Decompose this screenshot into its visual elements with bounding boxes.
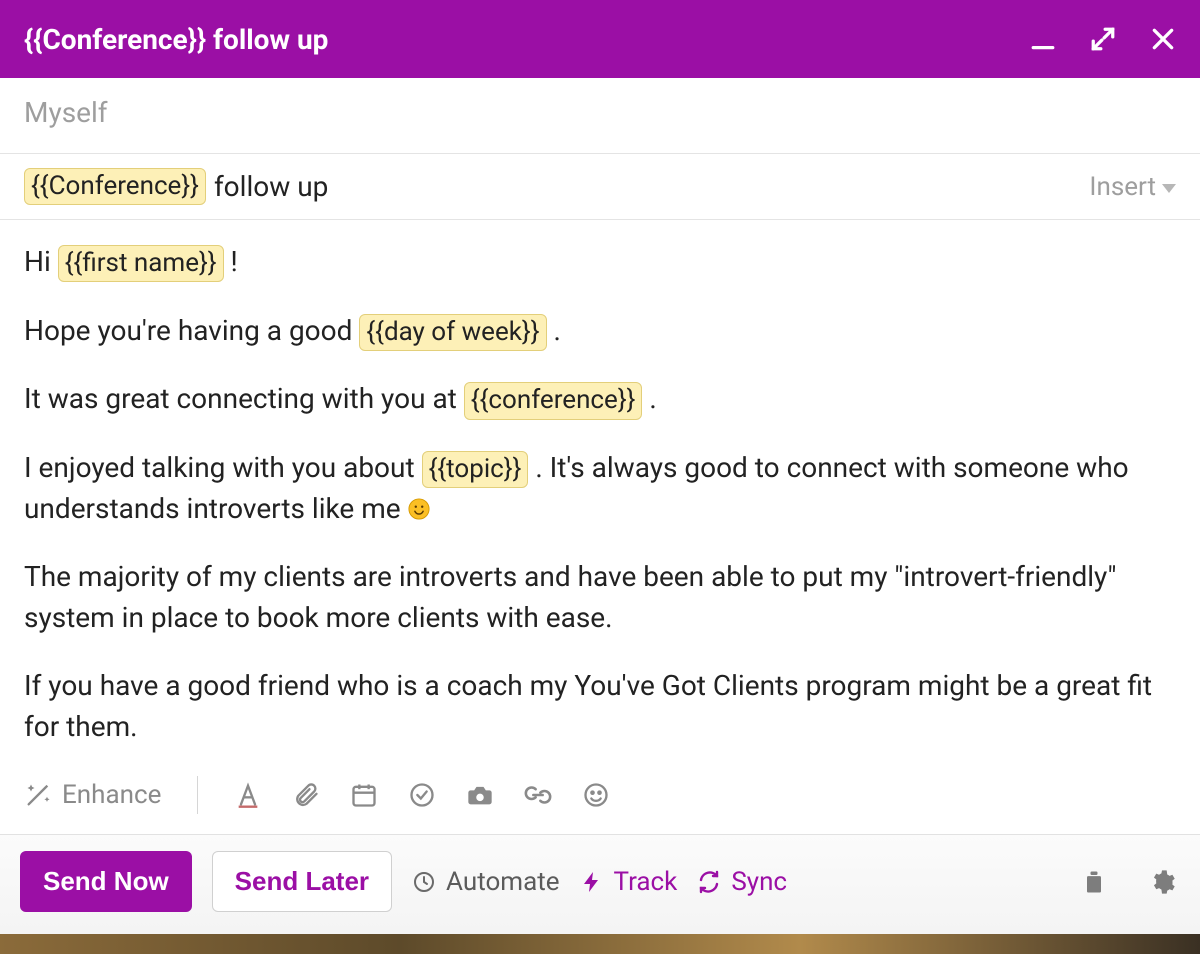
attachment-icon[interactable] xyxy=(292,781,320,809)
action-bar-right xyxy=(1080,868,1176,896)
recipient-row[interactable]: Myself xyxy=(0,78,1200,154)
gear-icon[interactable] xyxy=(1148,868,1176,896)
subject-placeholder-chip[interactable]: {{Conference}} xyxy=(24,168,206,205)
window-controls xyxy=(1030,26,1176,52)
email-body[interactable]: Hi {{first name}} ! Hope you're having a… xyxy=(0,220,1200,766)
body-line-5: The majority of my clients are introvert… xyxy=(24,557,1176,638)
body-line-2: Hope you're having a good {{day of week}… xyxy=(24,311,1176,352)
compose-window: {{Conference}} follow up Myself {{Confer… xyxy=(0,0,1200,954)
emoji-icon[interactable] xyxy=(582,781,610,809)
calendar-icon[interactable] xyxy=(350,781,378,809)
sync-action[interactable]: Sync xyxy=(697,867,787,897)
body-line-1: Hi {{first name}} ! xyxy=(24,242,1176,283)
camera-icon[interactable] xyxy=(466,781,494,809)
toolbar-separator xyxy=(197,776,198,814)
sync-icon xyxy=(697,870,721,894)
automate-action[interactable]: Automate xyxy=(412,867,559,897)
clock-icon xyxy=(412,870,436,894)
text-format-icon[interactable] xyxy=(234,781,262,809)
subject-text: follow up xyxy=(214,170,328,203)
first-name-chip[interactable]: {{first name}} xyxy=(58,245,224,282)
magic-wand-icon xyxy=(24,781,52,809)
minimize-icon[interactable] xyxy=(1030,26,1056,52)
day-of-week-chip[interactable]: {{day of week}} xyxy=(359,314,546,351)
titlebar: {{Conference}} follow up xyxy=(0,0,1200,78)
insert-label: Insert xyxy=(1089,172,1156,202)
automate-label: Automate xyxy=(446,867,559,897)
bolt-icon xyxy=(580,870,604,894)
body-line-6: If you have a good friend who is a coach… xyxy=(24,666,1176,747)
format-toolbar: Enhance xyxy=(0,766,1200,834)
enhance-button[interactable]: Enhance xyxy=(24,780,161,810)
send-later-button[interactable]: Send Later xyxy=(212,851,392,912)
track-label: Track xyxy=(614,867,678,897)
enhance-label: Enhance xyxy=(62,780,161,810)
window-title: {{Conference}} follow up xyxy=(24,23,1030,56)
body-line-4: I enjoyed talking with you about {{topic… xyxy=(24,448,1176,529)
conference-chip[interactable]: {{conference}} xyxy=(464,382,643,419)
chevron-down-icon xyxy=(1162,184,1176,193)
subject-row[interactable]: {{Conference}} follow up Insert xyxy=(0,154,1200,220)
body-line-3: It was great connecting with you at {{co… xyxy=(24,379,1176,420)
close-icon[interactable] xyxy=(1150,26,1176,52)
insert-dropdown[interactable]: Insert xyxy=(1089,172,1176,202)
recipient-value: Myself xyxy=(24,96,108,129)
task-check-icon[interactable] xyxy=(408,781,436,809)
subject-field[interactable]: {{Conference}} follow up xyxy=(24,168,1081,205)
track-action[interactable]: Track xyxy=(580,867,678,897)
trash-icon[interactable] xyxy=(1080,868,1108,896)
expand-icon[interactable] xyxy=(1090,26,1116,52)
topic-chip[interactable]: {{topic}} xyxy=(422,451,529,488)
bottom-decorative-strip xyxy=(0,934,1200,954)
link-icon[interactable] xyxy=(524,781,552,809)
smile-emoji-icon xyxy=(408,491,430,513)
sync-label: Sync xyxy=(731,867,787,897)
send-now-button[interactable]: Send Now xyxy=(20,851,192,912)
action-bar: Send Now Send Later Automate Track Sync xyxy=(0,834,1200,934)
